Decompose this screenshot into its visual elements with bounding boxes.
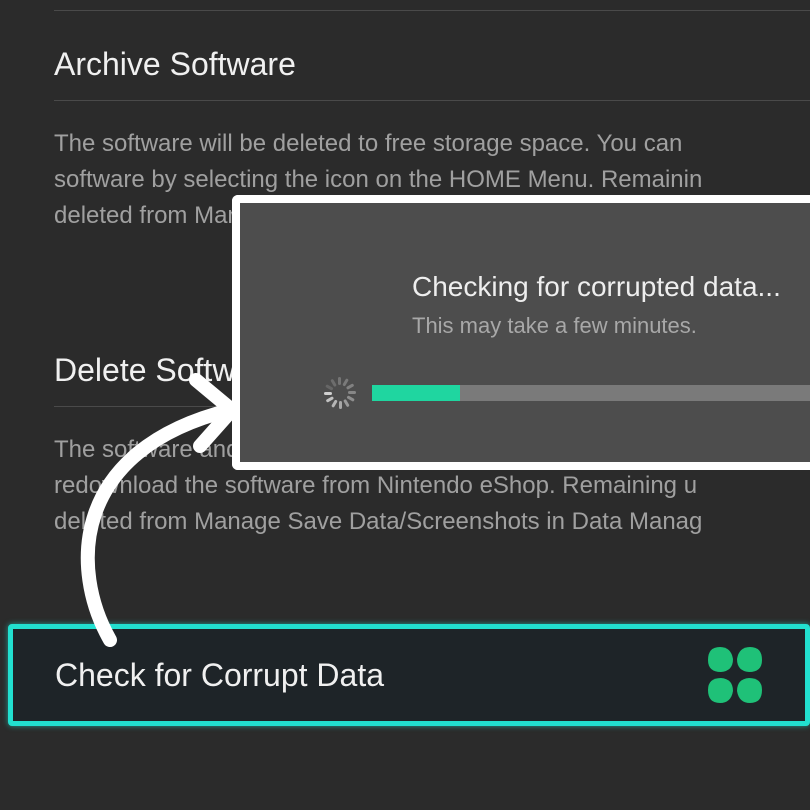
progress-fill bbox=[372, 385, 460, 401]
archive-software-heading[interactable]: Archive Software bbox=[0, 46, 810, 83]
check-corrupt-data-label: Check for Corrupt Data bbox=[13, 657, 805, 694]
modal-subtitle: This may take a few minutes. bbox=[412, 313, 697, 339]
check-corrupt-data-row[interactable]: Check for Corrupt Data bbox=[8, 624, 810, 726]
progress-bar bbox=[372, 385, 810, 401]
modal-title: Checking for corrupted data... bbox=[412, 271, 781, 303]
spinner-icon bbox=[324, 377, 356, 409]
checking-modal: Checking for corrupted data... This may … bbox=[232, 195, 810, 470]
clover-icon bbox=[705, 645, 765, 705]
